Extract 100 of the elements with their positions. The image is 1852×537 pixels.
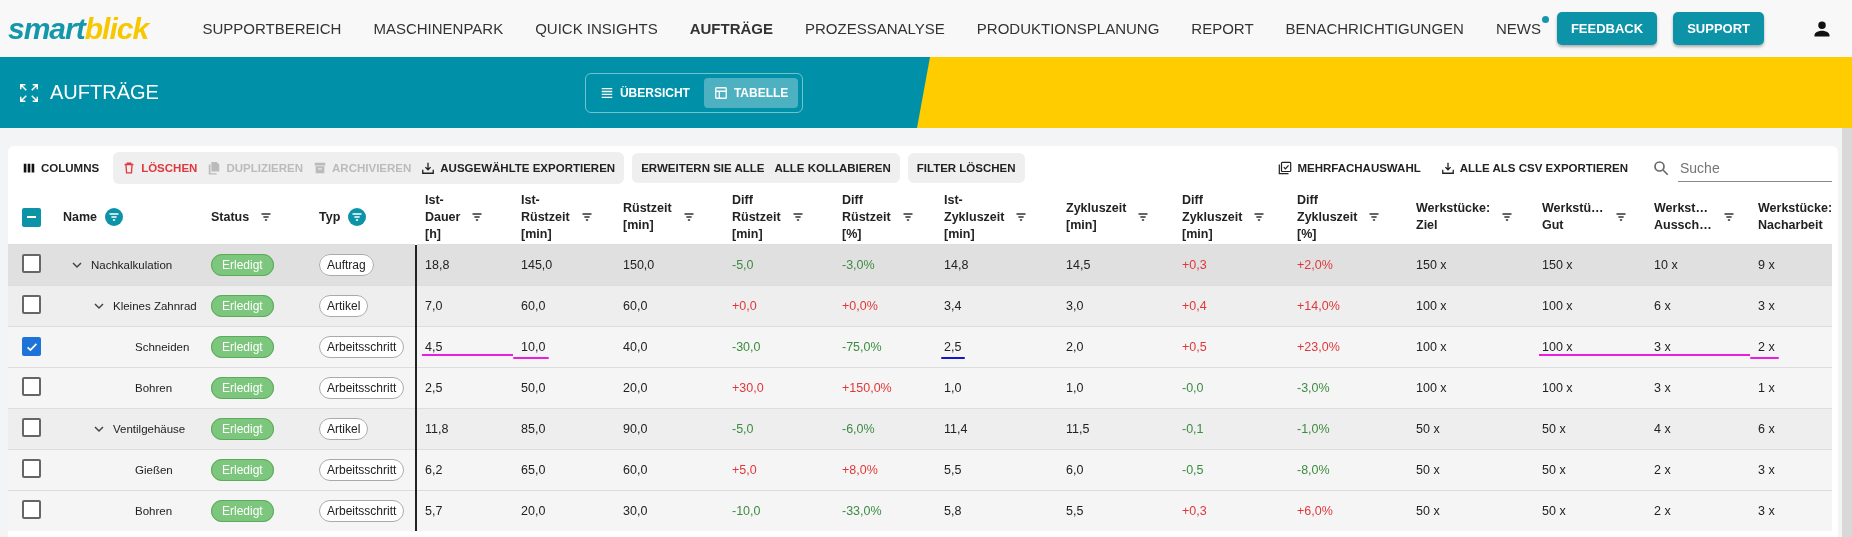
table-cell: 2 x	[1758, 340, 1775, 354]
column-header[interactable]: Typ	[319, 210, 341, 224]
row-checkbox[interactable]	[22, 295, 41, 314]
column-header[interactable]: Zykluszeit [min]	[1066, 200, 1127, 234]
nav-link[interactable]: AUFTRÄGE	[673, 20, 789, 37]
collapse-all-button[interactable]: ALLE KOLLABIEREN	[769, 155, 896, 181]
support-button[interactable]: SUPPORT	[1673, 12, 1764, 45]
row-checkbox[interactable]	[22, 254, 41, 273]
export-button[interactable]: AUSGEWÄHLTE EXPORTIEREN	[416, 154, 621, 182]
row-name: Nachkalkulation	[91, 259, 173, 271]
row-checkbox[interactable]	[22, 377, 41, 396]
column-header[interactable]: Ist-Dauer [h]	[425, 191, 461, 243]
nav-link[interactable]: NEWS	[1479, 20, 1557, 37]
column-header[interactable]: Ist-Rüstzeit [min]	[521, 191, 570, 243]
column-header[interactable]: Diff Zykluszeit [min]	[1182, 191, 1243, 243]
table-cell: 100 x	[1416, 340, 1447, 354]
filter-icon[interactable]	[348, 208, 367, 226]
nav-link[interactable]: BENACHRICHTIGUNGEN	[1269, 20, 1480, 37]
row-checkbox[interactable]	[22, 500, 41, 519]
row-name: Schneiden	[135, 341, 190, 353]
column-header[interactable]: Name	[63, 210, 98, 224]
table-cell: +150,0%	[842, 381, 892, 395]
fullscreen-icon[interactable]	[18, 81, 40, 104]
row-name: Bohren	[135, 505, 173, 517]
column-header[interactable]: Ist-Zykluszeit [min]	[944, 191, 1005, 243]
nav-link[interactable]: SUPPORTBEREICH	[192, 20, 358, 37]
table-cell: 7,0	[425, 299, 443, 313]
table-cell: 2 x	[1654, 504, 1671, 518]
column-header[interactable]: Werkstücke: Nacharbeit	[1758, 200, 1833, 234]
table-cell: 6,2	[425, 463, 443, 477]
view-tab[interactable]: ÜBERSICHT	[589, 77, 700, 108]
table-cell: 3,4	[944, 299, 962, 313]
table-cell: 60,0	[623, 299, 648, 313]
table-cell: 3 x	[1758, 504, 1775, 518]
nav-link[interactable]: PRODUKTIONSPLANUNG	[960, 20, 1176, 37]
table-cell: 11,8	[425, 422, 449, 436]
column-header[interactable]: Werkstücke: Ziel	[1416, 200, 1491, 234]
column-header[interactable]: Werkst… Aussch…	[1654, 200, 1712, 234]
archive-icon	[313, 161, 328, 175]
row-checkbox[interactable]	[22, 337, 41, 357]
table-cell: 1 x	[1758, 381, 1775, 395]
row-checkbox[interactable]	[22, 459, 41, 478]
type-chip: Auftrag	[319, 254, 374, 276]
nav-link[interactable]: PROZESSANALYSE	[789, 20, 961, 37]
delete-button[interactable]: LÖSCHEN	[117, 154, 203, 182]
column-header[interactable]: Rüstzeit [min]	[623, 200, 672, 234]
table-cell: 20,0	[521, 504, 546, 518]
table-cell: 100 x	[1542, 381, 1573, 395]
row-name: Bohren	[135, 382, 173, 394]
table-cell: 3 x	[1654, 340, 1671, 354]
expand-all-button[interactable]: ERWEITERN SIE ALLE	[636, 155, 770, 181]
table-cell: -30,0	[732, 340, 761, 354]
table-cell: 2 x	[1654, 463, 1671, 477]
row-name: Gießen	[135, 464, 173, 476]
column-header[interactable]: Diff Rüstzeit [min]	[732, 191, 781, 243]
multiselect-button[interactable]: MEHRFACHAUSWAHL	[1272, 154, 1427, 182]
search-field[interactable]: Suche	[1678, 154, 1832, 182]
search-icon[interactable]	[1652, 159, 1670, 177]
chevron-icon[interactable]	[71, 259, 83, 271]
type-chip: Arbeitsschritt	[319, 459, 405, 481]
table-cell: -6,0%	[842, 422, 875, 436]
table-cell: +0,0%	[842, 299, 878, 313]
table-cell: +30,0	[732, 381, 764, 395]
table-cell: 40,0	[623, 340, 648, 354]
chevron-icon[interactable]	[93, 423, 105, 435]
table-cell: 3 x	[1758, 463, 1775, 477]
table-cell: 65,0	[521, 463, 546, 477]
status-badge: Erledigt	[211, 336, 274, 358]
table-cell: 90,0	[623, 422, 648, 436]
table-cell: 100 x	[1542, 299, 1573, 313]
table-cell: 5,8	[944, 504, 962, 518]
table-cell: +0,5	[1182, 340, 1207, 354]
select-all-checkbox[interactable]	[22, 207, 41, 227]
table-cell: -75,0%	[842, 340, 882, 354]
filter-icon[interactable]	[105, 208, 124, 226]
table-cell: 50 x	[1416, 463, 1440, 477]
table-cell: 11,5	[1066, 422, 1090, 436]
table-cell: -8,0%	[1297, 463, 1330, 477]
scrollbar[interactable]	[1842, 128, 1852, 537]
chevron-icon[interactable]	[93, 300, 105, 312]
table-cell: 3 x	[1654, 381, 1671, 395]
table-cell: 5,5	[1066, 504, 1084, 518]
nav-link[interactable]: MASCHINENPARK	[357, 20, 520, 37]
row-checkbox[interactable]	[22, 418, 41, 437]
column-header[interactable]: Diff Zykluszeit [%]	[1297, 191, 1358, 243]
table-cell: 1,0	[944, 381, 962, 395]
table-cell: -3,0%	[842, 258, 875, 272]
csv-export-button[interactable]: ALLE ALS CSV EXPORTIEREN	[1434, 154, 1634, 182]
columns-button[interactable]: COLUMNS	[16, 154, 106, 182]
column-header[interactable]: Werkstü… Gut	[1542, 200, 1604, 234]
table-cell: +0,3	[1182, 504, 1207, 518]
type-chip: Arbeitsschritt	[319, 336, 405, 358]
column-header[interactable]: Diff Rüstzeit [%]	[842, 191, 891, 243]
table-cell: 60,0	[623, 463, 648, 477]
feedback-button[interactable]: FEEDBACK	[1556, 12, 1658, 45]
nav-link[interactable]: REPORT	[1175, 20, 1270, 37]
column-header[interactable]: Status	[211, 210, 250, 224]
nav-link[interactable]: QUICK INSIGHTS	[519, 20, 674, 37]
table-cell: 4,5	[425, 340, 443, 354]
table-cell: +8,0%	[842, 463, 878, 477]
